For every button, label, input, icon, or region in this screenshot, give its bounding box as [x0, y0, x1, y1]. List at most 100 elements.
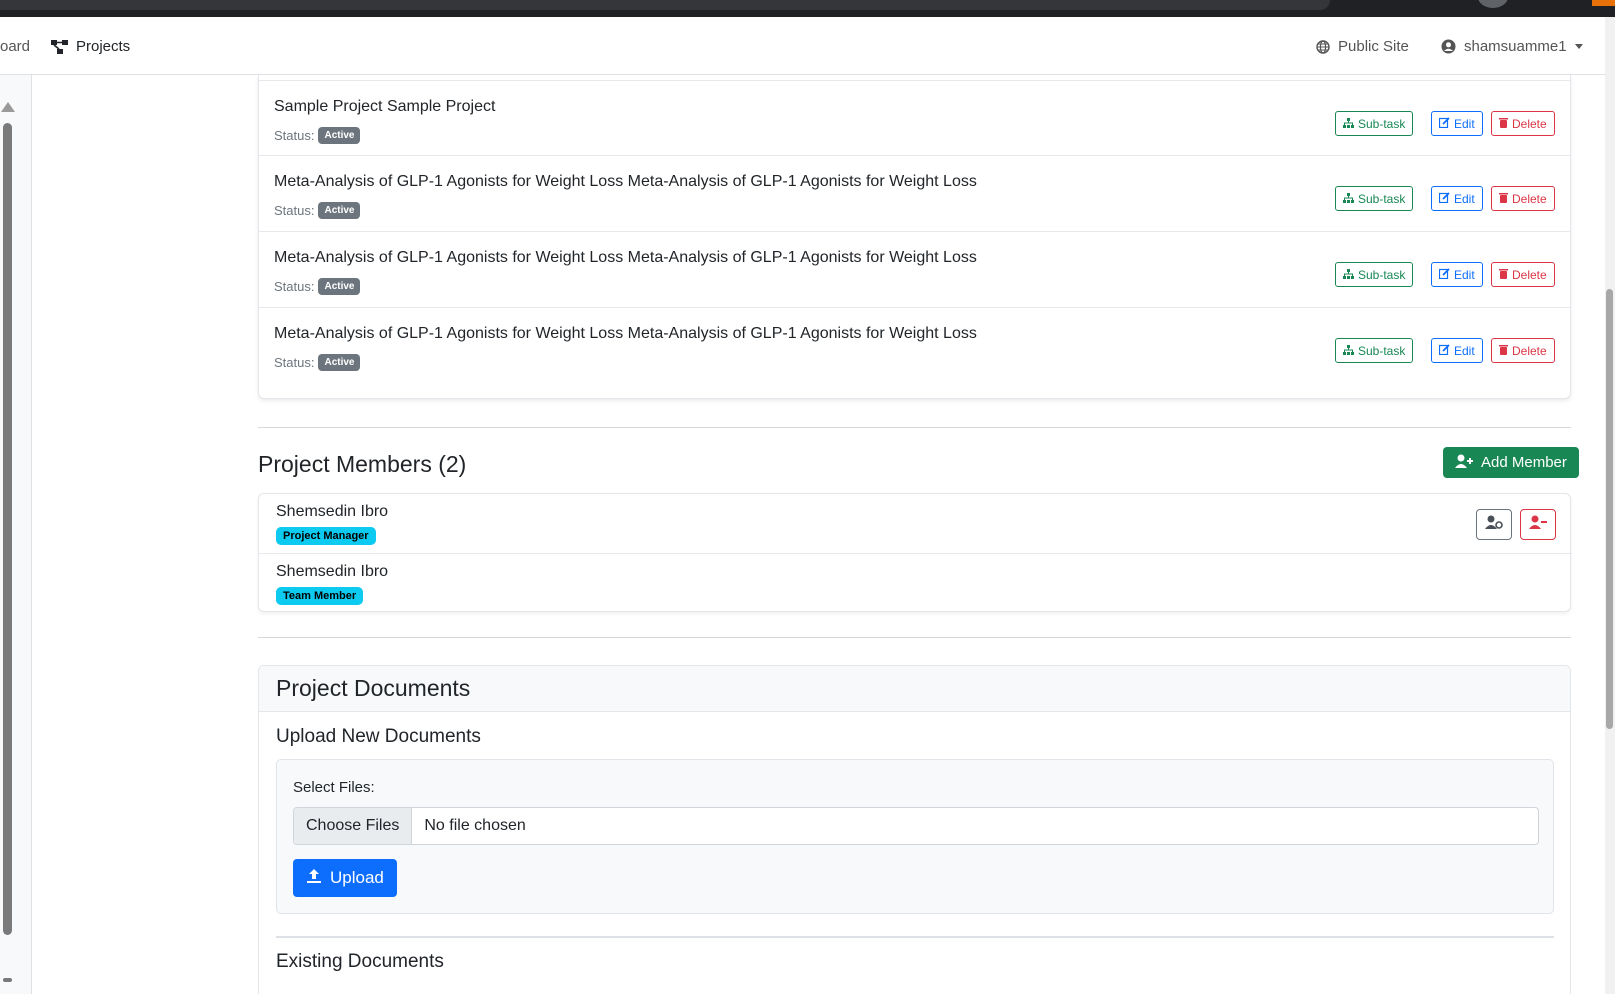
list-item: Shemsedin Ibro Project Manager: [259, 494, 1572, 554]
members-card: Shemsedin Ibro Project Manager Shemsedin…: [258, 493, 1572, 613]
edit-icon: [1438, 343, 1450, 358]
browser-tab-strip: [0, 0, 1615, 17]
trash-icon: [1499, 117, 1508, 131]
documents-card: Project Documents Upload New Documents S…: [258, 665, 1571, 994]
nav-dashboard-label: oard: [0, 38, 31, 55]
user-name: shamsuamme1: [1464, 38, 1567, 55]
delete-button[interactable]: Delete: [1491, 186, 1555, 211]
section-divider: [258, 427, 1571, 428]
list-item: Shemsedin Ibro Team Member: [259, 553, 1572, 613]
add-member-label: Add Member: [1481, 454, 1567, 471]
status-badge: Active: [318, 127, 361, 144]
edit-label: Edit: [1454, 191, 1475, 206]
section-divider: [276, 936, 1554, 938]
sitemap-icon: [1343, 268, 1354, 282]
select-files-label: Select Files:: [293, 779, 375, 796]
list-item: Sample Project Sample Project Status: Ac…: [259, 80, 1570, 157]
subtask-button[interactable]: Sub-task: [1335, 111, 1414, 136]
delete-label: Delete: [1512, 343, 1547, 358]
status-label: Status:: [274, 128, 315, 143]
upload-section-title: Upload New Documents: [276, 726, 481, 747]
edit-icon: [1438, 191, 1450, 206]
delete-button[interactable]: Delete: [1491, 262, 1555, 287]
subtask-label: Sub-task: [1358, 191, 1406, 206]
subtask-button[interactable]: Sub-task: [1335, 262, 1414, 287]
delete-label: Delete: [1512, 116, 1547, 131]
profile-avatar[interactable]: [1478, 0, 1508, 8]
user-cog-icon: [1485, 515, 1503, 534]
choose-files-button[interactable]: Choose Files: [294, 808, 413, 844]
add-member-button[interactable]: Add Member: [1443, 447, 1579, 478]
file-status-text: No file chosen: [424, 817, 526, 834]
edit-icon: [1438, 267, 1450, 282]
scroll-down-arrow[interactable]: [3, 978, 12, 982]
delete-button[interactable]: Delete: [1491, 338, 1555, 363]
trash-icon: [1499, 344, 1508, 358]
list-item: Meta-Analysis of GLP-1 Agonists for Weig…: [259, 231, 1570, 308]
member-name: Shemsedin Ibro: [276, 563, 389, 580]
delete-label: Delete: [1512, 191, 1547, 206]
members-section-title: Project Members (2): [258, 451, 467, 477]
upload-icon: [306, 868, 322, 889]
sitemap-icon: [1343, 117, 1354, 131]
page-scrollbar-thumb[interactable]: [1606, 289, 1613, 729]
sidebar-scrollbar-thumb[interactable]: [3, 123, 12, 935]
edit-button[interactable]: Edit: [1431, 111, 1483, 136]
change-role-button[interactable]: [1476, 509, 1512, 540]
subtask-label: Sub-task: [1358, 116, 1406, 131]
status-label: Status:: [274, 203, 315, 218]
subtask-button[interactable]: Sub-task: [1335, 338, 1414, 363]
nav-public-site-label: Public Site: [1338, 38, 1409, 55]
user-dropdown-toggle[interactable]: shamsuamme1: [1441, 38, 1583, 55]
task-title: Meta-Analysis of GLP-1 Agonists for Weig…: [274, 249, 977, 266]
nav-projects-link[interactable]: Projects: [51, 38, 130, 55]
caret-down-icon: [1574, 44, 1583, 49]
nav-dashboard-link[interactable]: oard: [0, 38, 30, 55]
delete-button[interactable]: Delete: [1491, 111, 1555, 136]
edit-icon: [1438, 116, 1450, 131]
task-status: Status: Active: [274, 354, 361, 371]
member-name: Shemsedin Ibro: [276, 503, 389, 520]
globe-icon: [1316, 39, 1330, 54]
sidebar: [0, 75, 32, 994]
edit-button[interactable]: Edit: [1431, 186, 1483, 211]
browser-tab[interactable]: [0, 0, 1330, 10]
user-minus-icon: [1529, 515, 1547, 534]
remove-member-button[interactable]: [1520, 509, 1556, 540]
scroll-up-arrow[interactable]: [1, 102, 15, 112]
task-status: Status: Active: [274, 278, 361, 295]
task-title: Meta-Analysis of GLP-1 Agonists for Weig…: [274, 325, 977, 342]
subprojects-card: Sample Project Sample Project Status: Ac…: [258, 75, 1571, 399]
section-divider: [258, 637, 1571, 638]
existing-documents-title: Existing Documents: [276, 951, 444, 972]
extension-indicator: [1592, 0, 1615, 6]
upload-label: Upload: [330, 868, 384, 887]
project-diagram-icon: [51, 39, 68, 54]
sitemap-icon: [1343, 192, 1354, 206]
list-item: Meta-Analysis of GLP-1 Agonists for Weig…: [259, 155, 1570, 232]
status-badge: Active: [318, 354, 361, 371]
file-input[interactable]: Choose Files No file chosen: [293, 807, 1539, 845]
page-scrollbar[interactable]: [1605, 17, 1615, 994]
page-viewport: oard Projects Public Site shamsuamme1 Sa…: [0, 17, 1615, 994]
trash-icon: [1499, 268, 1508, 282]
subtask-button[interactable]: Sub-task: [1335, 186, 1414, 211]
status-label: Status:: [274, 355, 315, 370]
delete-label: Delete: [1512, 267, 1547, 282]
task-status: Status: Active: [274, 127, 361, 144]
nav-public-site-link[interactable]: Public Site: [1316, 38, 1409, 55]
role-badge: Team Member: [276, 587, 364, 605]
documents-card-header: Project Documents: [259, 666, 1570, 712]
user-plus-icon: [1455, 454, 1473, 472]
edit-button[interactable]: Edit: [1431, 262, 1483, 287]
edit-label: Edit: [1454, 343, 1475, 358]
edit-button[interactable]: Edit: [1431, 338, 1483, 363]
trash-icon: [1499, 192, 1508, 206]
edit-label: Edit: [1454, 116, 1475, 131]
upload-button[interactable]: Upload: [293, 859, 397, 897]
status-badge: Active: [318, 278, 361, 295]
sitemap-icon: [1343, 344, 1354, 358]
task-title: Meta-Analysis of GLP-1 Agonists for Weig…: [274, 173, 977, 190]
nav-projects-label: Projects: [76, 38, 131, 55]
task-title: Sample Project Sample Project: [274, 98, 496, 115]
